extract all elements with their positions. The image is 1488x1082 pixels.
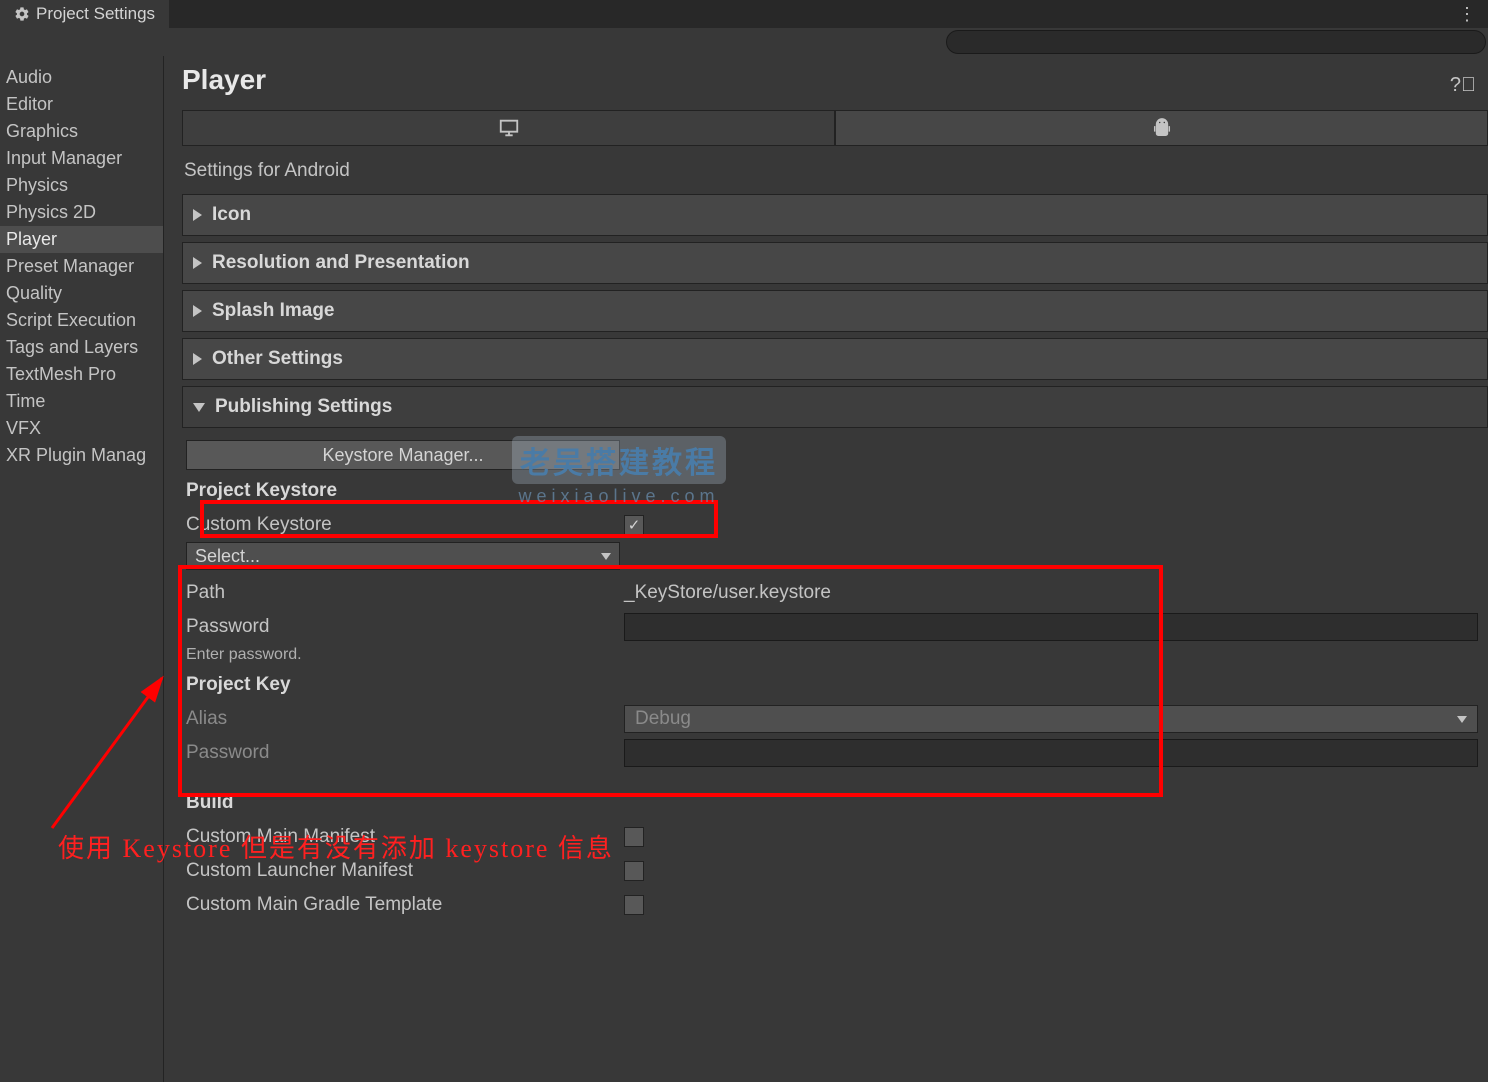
sidebar-item-editor[interactable]: Editor — [0, 91, 163, 118]
custom-main-gradle-label: Custom Main Gradle Template — [186, 894, 624, 916]
alias-label: Alias — [186, 708, 624, 730]
project-key-heading: Project Key — [186, 674, 1484, 696]
sidebar-item-audio[interactable]: Audio — [0, 64, 163, 91]
custom-main-manifest-checkbox[interactable] — [624, 827, 644, 847]
sidebar: Audio Editor Graphics Input Manager Phys… — [0, 56, 164, 1082]
sidebar-item-time[interactable]: Time — [0, 388, 163, 415]
project-keystore-heading: Project Keystore — [186, 480, 1484, 502]
sidebar-item-quality[interactable]: Quality — [0, 280, 163, 307]
chevron-right-icon — [193, 353, 202, 365]
platform-tab-standalone[interactable] — [182, 110, 835, 146]
platform-tab-android[interactable] — [835, 110, 1488, 146]
foldout-resolution[interactable]: Resolution and Presentation — [182, 242, 1488, 284]
password-hint: Enter password. — [186, 646, 1484, 664]
sidebar-item-input-manager[interactable]: Input Manager — [0, 145, 163, 172]
custom-keystore-checkbox[interactable]: ✓ — [624, 515, 644, 535]
chevron-down-icon — [601, 553, 611, 560]
sidebar-item-graphics[interactable]: Graphics — [0, 118, 163, 145]
path-label: Path — [186, 582, 624, 604]
search-input[interactable] — [946, 30, 1486, 54]
sidebar-item-physics[interactable]: Physics — [0, 172, 163, 199]
keystore-password-input[interactable] — [624, 613, 1478, 641]
foldout-other[interactable]: Other Settings — [182, 338, 1488, 380]
foldout-icon[interactable]: Icon — [182, 194, 1488, 236]
help-icon[interactable]: ?⃝ — [1450, 74, 1476, 97]
key-password-input[interactable] — [624, 739, 1478, 767]
sidebar-item-script-execution[interactable]: Script Execution — [0, 307, 163, 334]
custom-main-gradle-checkbox[interactable] — [624, 895, 644, 915]
tab-menu-icon[interactable]: ⋮ — [1458, 4, 1488, 25]
chevron-down-icon — [1457, 716, 1467, 723]
chevron-right-icon — [193, 209, 202, 221]
sidebar-item-textmesh-pro[interactable]: TextMesh Pro — [0, 361, 163, 388]
sidebar-item-vfx[interactable]: VFX — [0, 415, 163, 442]
android-icon — [1151, 117, 1173, 139]
sidebar-item-physics-2d[interactable]: Physics 2D — [0, 199, 163, 226]
keystore-select[interactable]: Select... — [186, 542, 620, 570]
foldout-publishing[interactable]: Publishing Settings — [182, 386, 1488, 428]
keystore-manager-button[interactable]: Keystore Manager... — [186, 440, 620, 470]
monitor-icon — [498, 117, 520, 139]
foldout-splash[interactable]: Splash Image — [182, 290, 1488, 332]
page-title: Player — [182, 64, 1488, 96]
tab-project-settings[interactable]: Project Settings — [0, 0, 169, 28]
chevron-down-icon — [193, 403, 205, 412]
chevron-right-icon — [193, 305, 202, 317]
build-heading: Build — [186, 792, 1484, 814]
path-value: _KeyStore/user.keystore — [624, 582, 831, 604]
sidebar-item-xr-plugin[interactable]: XR Plugin Manag — [0, 442, 163, 469]
keystore-password-label: Password — [186, 616, 624, 638]
tab-title: Project Settings — [36, 4, 155, 24]
sidebar-item-tags-and-layers[interactable]: Tags and Layers — [0, 334, 163, 361]
key-password-label: Password — [186, 742, 624, 764]
custom-launcher-manifest-checkbox[interactable] — [624, 861, 644, 881]
sidebar-item-player[interactable]: Player — [0, 226, 163, 253]
gear-icon — [14, 6, 30, 22]
chevron-right-icon — [193, 257, 202, 269]
custom-main-manifest-label: Custom Main Manifest — [186, 826, 624, 848]
alias-dropdown[interactable]: Debug — [624, 705, 1478, 733]
settings-for-label: Settings for Android — [184, 160, 1488, 182]
custom-keystore-label: Custom Keystore — [186, 514, 624, 536]
custom-launcher-manifest-label: Custom Launcher Manifest — [186, 860, 624, 882]
sidebar-item-preset-manager[interactable]: Preset Manager — [0, 253, 163, 280]
